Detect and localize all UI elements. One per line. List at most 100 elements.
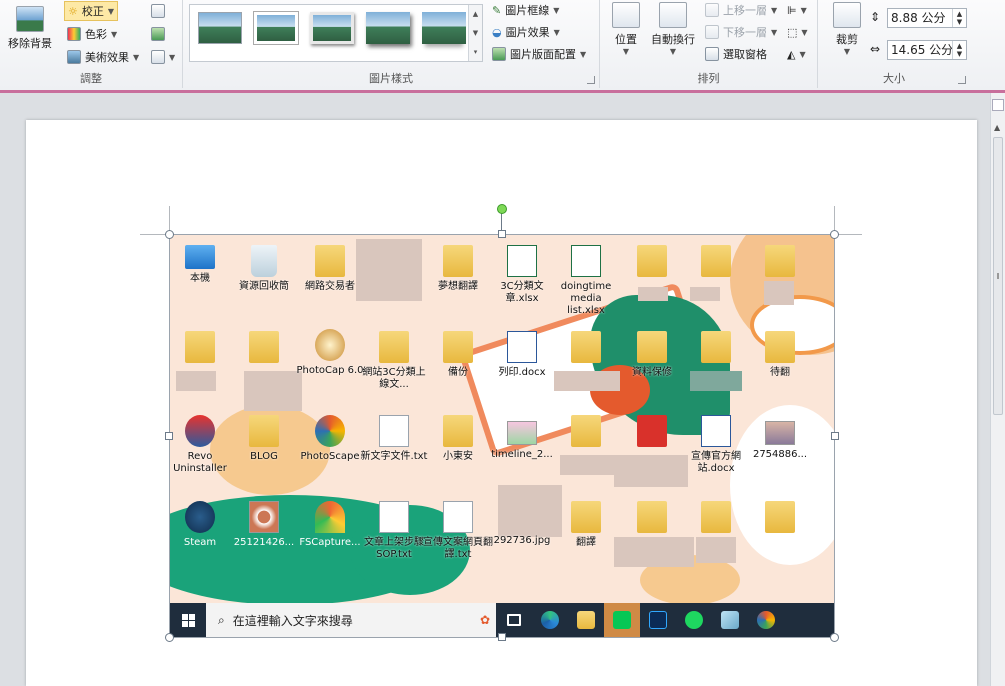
scroll-up-icon[interactable]: ▲ [473, 10, 478, 18]
style-thumbnail[interactable] [254, 12, 298, 44]
desktop-icon[interactable] [744, 245, 816, 281]
desktop-icon[interactable]: FSCapture... [294, 501, 366, 549]
style-thumbnail[interactable] [366, 12, 410, 44]
resize-handle-bottom-left[interactable] [165, 633, 174, 642]
selected-picture[interactable]: 本機 資源回收筒 網路交易者 夢想翻譯 3C分類文章.xlsx doingtim… [169, 234, 835, 638]
desktop-icon[interactable] [680, 331, 752, 367]
height-input[interactable]: 8.88 公分 ▲ ▼ [887, 8, 967, 28]
desktop-icon[interactable]: 2754886... [744, 421, 816, 461]
resize-handle-top-right[interactable] [830, 230, 839, 239]
edge-button[interactable] [532, 603, 568, 637]
crop-button[interactable]: 裁剪 ▼ [824, 2, 870, 56]
task-view-button[interactable] [496, 603, 532, 637]
file-explorer-button[interactable] [568, 603, 604, 637]
desktop-icon[interactable] [680, 501, 752, 537]
position-button[interactable]: 位置 ▼ [606, 2, 646, 56]
notepad-button[interactable] [712, 603, 748, 637]
desktop-icon[interactable] [550, 415, 622, 451]
scroll-up-icon[interactable]: ▲ [994, 123, 1000, 132]
height-spinner[interactable]: ▲ ▼ [952, 9, 966, 27]
remove-background-button[interactable]: 移除背景 [4, 6, 56, 51]
folder-icon [765, 245, 795, 277]
wrap-text-button[interactable]: 自動換行 ▼ [648, 2, 698, 56]
photoshop-button[interactable] [640, 603, 676, 637]
desktop-icon[interactable] [616, 501, 688, 537]
vertical-scrollbar[interactable]: ▲ [990, 93, 1005, 686]
corrections-button[interactable]: ☼ 校正 ▼ [64, 1, 119, 21]
desktop-icon[interactable]: timeline_2... [486, 421, 558, 461]
desktop-icon[interactable]: 備份 [422, 331, 494, 379]
desktop-icon[interactable] [616, 415, 688, 451]
gallery-scroll[interactable]: ▲ ▼ ▾ [468, 5, 482, 61]
photoscape-button[interactable] [748, 603, 784, 637]
picture-styles-gallery[interactable]: ▲ ▼ ▾ [189, 4, 483, 62]
desktop-icon[interactable] [616, 245, 688, 281]
style-thumbnail[interactable] [198, 12, 242, 44]
taskbar-search[interactable]: ⌕ 在這裡輸入文字來搜尋 ✿ [206, 603, 496, 637]
compress-pictures-button[interactable] [148, 1, 168, 21]
align-button[interactable]: ⊫ ▼ [784, 0, 810, 20]
picture-effects-button[interactable]: ◒ 圖片效果 ▼ [489, 22, 563, 42]
resize-handle-top-left[interactable] [165, 230, 174, 239]
spotify-button[interactable] [676, 603, 712, 637]
desktop-icon[interactable] [550, 331, 622, 367]
desktop-icon[interactable]: 翻譯 [550, 501, 622, 549]
width-spinner[interactable]: ▲ ▼ [952, 41, 966, 59]
reset-picture-button[interactable]: ▼ [148, 47, 178, 67]
desktop-icon[interactable]: 小東安 [422, 415, 494, 463]
style-thumbnail[interactable] [422, 12, 466, 44]
more-icon[interactable]: ▾ [474, 48, 478, 56]
desktop-icon[interactable]: 網站3C分類上線文... [358, 331, 430, 391]
desktop-icon[interactable]: 列印.docx [486, 331, 558, 379]
desktop-icon[interactable]: Steam [170, 501, 236, 549]
rotate-button[interactable]: ◭ ▼ [784, 44, 809, 64]
desktop-icon[interactable] [170, 331, 236, 367]
selection-pane-button[interactable]: 選取窗格 [702, 44, 770, 64]
dialog-launcher-icon[interactable] [587, 76, 595, 84]
desktop-icon[interactable] [744, 501, 816, 537]
send-backward-button[interactable]: 下移一層 ▼ [702, 22, 780, 42]
scrollbar-thumb[interactable] [993, 137, 1003, 415]
resize-handle-bottom-right[interactable] [830, 633, 839, 642]
rotation-handle[interactable] [497, 204, 507, 214]
resize-handle-right[interactable] [831, 432, 839, 440]
desktop-icon[interactable]: PhotoScape [294, 415, 366, 463]
picture-layout-button[interactable]: 圖片版面配置 ▼ [489, 44, 589, 64]
line-button[interactable] [604, 603, 640, 637]
pdf-file-icon [637, 415, 667, 447]
resize-handle-left[interactable] [165, 432, 173, 440]
desktop-icon[interactable]: 3C分類文章.xlsx [486, 245, 558, 305]
ruler-icon[interactable] [992, 99, 1004, 111]
desktop-icon[interactable]: 宣傳文案網頁翻譯.txt [422, 501, 494, 561]
desktop-icon[interactable]: 新文字文件.txt [358, 415, 430, 463]
scroll-down-icon[interactable]: ▼ [473, 29, 478, 37]
desktop-icon[interactable]: 文章上架步驟SOP.txt [358, 501, 430, 561]
desktop-icon[interactable] [680, 245, 752, 281]
desktop-icon[interactable]: 夢想翻譯 [422, 245, 494, 293]
wrap-text-icon [659, 2, 687, 28]
desktop-icon[interactable]: doingtime media list.xlsx [550, 245, 622, 317]
style-thumbnail[interactable] [310, 12, 354, 44]
bring-forward-button[interactable]: 上移一層 ▼ [702, 0, 780, 20]
desktop-icon[interactable]: 資料保修 [616, 331, 688, 379]
desktop-icon[interactable]: 待翻 [744, 331, 816, 379]
picture-border-button[interactable]: ✎ 圖片框線 ▼ [489, 0, 562, 20]
start-button[interactable] [170, 603, 206, 637]
desktop-icon[interactable]: 資源回收筒 [228, 245, 300, 293]
desktop-icon[interactable] [228, 331, 300, 367]
resize-handle-top[interactable] [498, 230, 506, 238]
desktop-icon[interactable]: 本機 [170, 245, 236, 285]
resize-handle-bottom[interactable] [498, 633, 506, 641]
desktop-icon[interactable]: 292736.jpg [486, 535, 558, 547]
desktop-icon[interactable]: 25121426... [228, 501, 300, 549]
desktop-icon[interactable]: 宣傳官方網站.docx [680, 415, 752, 475]
width-input[interactable]: 14.65 公分 ▲ ▼ [887, 40, 967, 60]
desktop-icon[interactable]: PhotoCap 6.0 [294, 329, 366, 377]
artistic-effects-button[interactable]: 美術效果 ▼ [64, 47, 142, 67]
dialog-launcher-icon[interactable] [958, 76, 966, 84]
desktop-icon[interactable]: Revo Uninstaller [170, 415, 236, 475]
color-button[interactable]: 色彩 ▼ [64, 24, 120, 44]
change-picture-button[interactable] [148, 24, 168, 44]
desktop-icon[interactable]: BLOG [228, 415, 300, 463]
group-button[interactable]: ⬚ ▼ [784, 22, 811, 42]
